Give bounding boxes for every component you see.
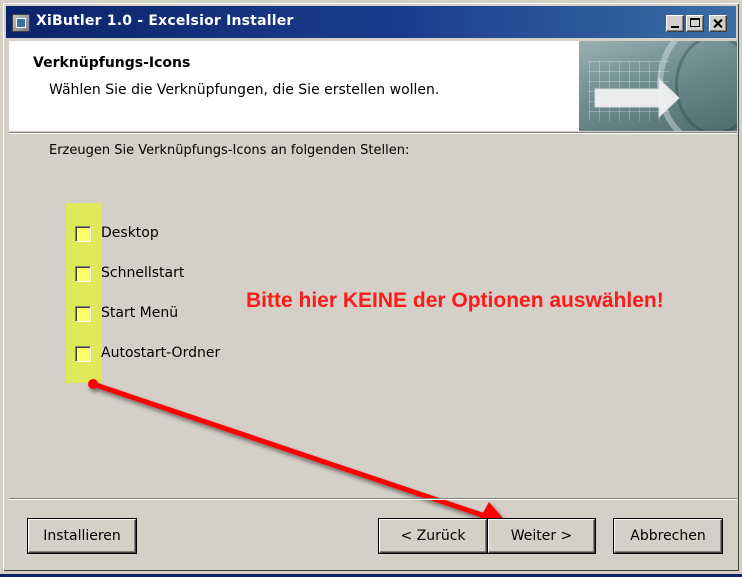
footer-separator (9, 498, 737, 500)
install-button[interactable]: Installieren (28, 519, 136, 553)
cancel-button[interactable]: Abbrechen (614, 519, 722, 553)
next-button[interactable]: Weiter > (488, 519, 595, 553)
annotation-arrow-icon (88, 379, 508, 527)
back-button[interactable]: < Zurück (379, 519, 487, 553)
installer-window: XiButler 1.0 - Excelsior Installer Verkn… (0, 0, 742, 574)
